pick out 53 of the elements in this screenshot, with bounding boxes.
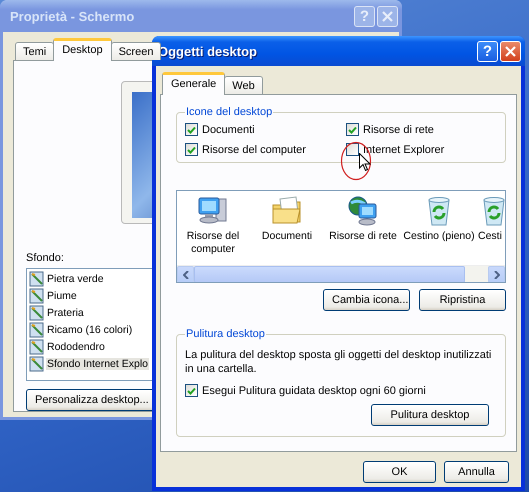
check-icon [348,126,357,134]
checkbox[interactable] [185,143,198,156]
checkbox-label: Risorse del computer [202,144,306,156]
dialog-button[interactable]: Cambia icona... [323,289,410,311]
tab[interactable]: Temi [15,42,54,60]
close-icon [382,10,393,22]
checkbox[interactable] [185,384,198,397]
horizontal-scrollbar[interactable] [177,265,505,282]
image-file-icon [29,305,45,322]
tab[interactable]: Screen [110,42,162,60]
checkbox-label: Documenti [202,124,255,136]
help-button[interactable]: ? [477,40,498,62]
checkbox-label: Risorse di rete [363,124,434,136]
checkbox[interactable] [185,123,198,136]
close-icon [505,46,516,56]
list-item[interactable]: Ricamo (16 colori) [46,324,134,336]
icon-list[interactable]: Risorse del computer Documenti Risorse di rete Cestino (pieno) Cesti [176,190,506,283]
icon-label[interactable]: Risorse del computer [177,230,249,256]
list-item[interactable]: Piume [46,290,78,302]
tab[interactable]: Desktop [53,38,112,61]
scroll-right-button[interactable] [488,266,505,282]
window-title: Proprietà - Schermo [10,8,136,24]
check-icon [187,146,196,154]
chevron-left-icon [182,270,188,278]
icon-label[interactable]: Documenti [260,230,314,243]
list-item[interactable]: Rododendro [46,341,106,354]
check-icon [187,386,196,394]
image-file-icon [29,288,45,304]
mouse-cursor-icon [359,153,371,172]
icon-label[interactable]: Risorse di rete [328,230,398,243]
checkbox-label: Esegui Pulitura guidata desktop ogni 60 giorni [202,384,426,396]
dialog-button[interactable]: Ripristina [419,289,506,311]
scroll-left-button[interactable] [177,266,194,282]
field-label: Sfondo: [26,252,65,264]
image-file-icon [29,356,45,372]
list-item[interactable]: Prateria [46,307,85,320]
image-file-icon [29,322,45,338]
chevron-right-icon [494,270,500,278]
list-item[interactable]: Pietra verde [46,273,105,286]
dialog-button[interactable]: OK [363,461,436,483]
cleanup-button[interactable]: Pulitura desktop [371,404,489,426]
list-item[interactable]: Sfondo Internet Explo [46,358,149,370]
icon-label[interactable]: Cestino (pieno) [402,230,476,243]
group-title: Icone del desktop [185,106,274,118]
dialog-button[interactable]: Annulla [444,461,509,483]
image-file-icon [29,339,45,356]
checkbox[interactable] [346,123,359,136]
tab[interactable]: Web [224,76,263,94]
tab[interactable]: Generale [162,72,226,95]
icon-label[interactable]: Cesti [477,230,503,243]
check-icon [187,126,196,134]
checkbox[interactable] [346,143,359,156]
image-file-icon [29,271,45,288]
